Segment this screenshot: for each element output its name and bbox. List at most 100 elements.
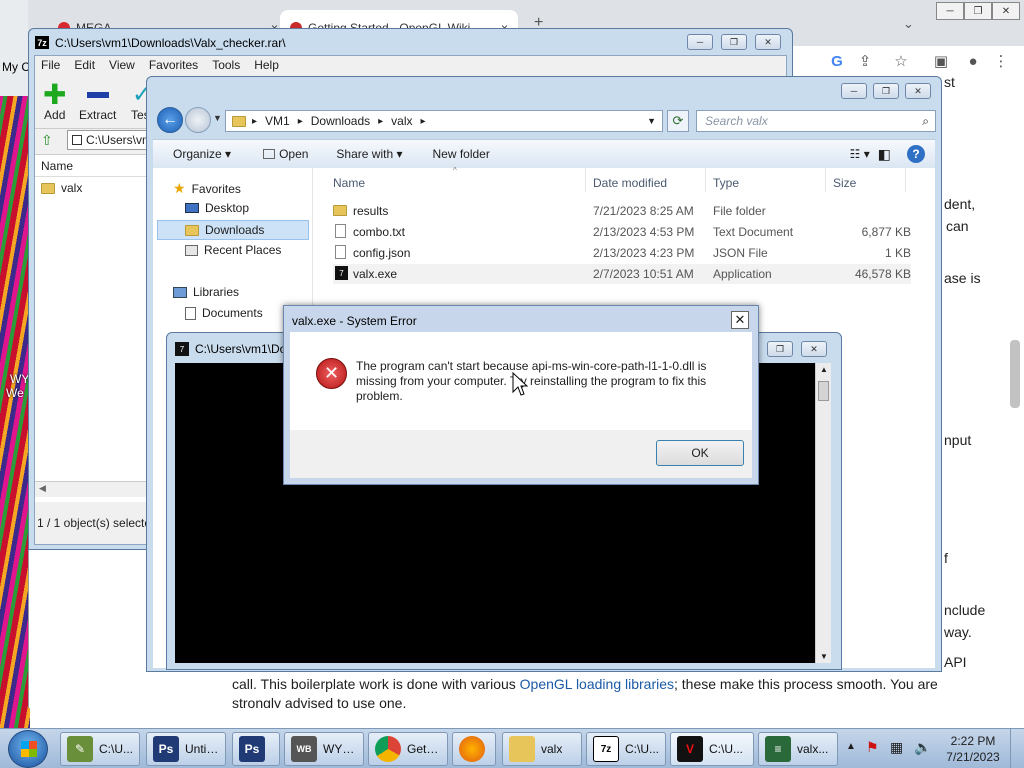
breadcrumb-valx[interactable]: valx	[391, 114, 412, 128]
taskbar-item[interactable]: ≡ valx...	[758, 732, 838, 766]
document-icon	[185, 306, 196, 320]
menu-view[interactable]: View	[109, 58, 135, 72]
menu-edit[interactable]: Edit	[74, 58, 95, 72]
up-folder-icon[interactable]: ⇧	[41, 132, 53, 149]
close-button[interactable]: ✕	[905, 83, 931, 99]
horizontal-scrollbar[interactable]: ◀	[35, 481, 155, 497]
minimize-button[interactable]: ─	[936, 2, 964, 20]
maximize-button[interactable]: ❐	[767, 341, 793, 357]
address-dropdown-icon[interactable]: ▼	[647, 116, 656, 126]
close-button[interactable]: ✕	[801, 341, 827, 357]
preview-pane-icon[interactable]: ◧	[878, 146, 891, 163]
scroll-down-icon[interactable]: ▼	[820, 652, 828, 661]
file-row[interactable]: config.json 2/13/2023 4:23 PM JSON File …	[333, 243, 911, 263]
opengl-loading-link[interactable]: OpenGL loading libraries	[520, 676, 674, 692]
list-item[interactable]: valx	[41, 181, 82, 195]
search-box[interactable]: Search valx ⌕	[696, 110, 936, 132]
action-center-icon[interactable]: ⚑	[866, 739, 879, 756]
system-clock[interactable]: 2:22 PM 7/21/2023	[942, 733, 1004, 765]
forward-button[interactable]	[185, 107, 211, 133]
taskbar-item[interactable]: Ps Untit...	[146, 732, 226, 766]
column-name[interactable]: Name	[35, 155, 155, 177]
taskbar-item[interactable]	[452, 732, 496, 766]
taskbar-item[interactable]: valx	[502, 732, 582, 766]
start-button[interactable]	[8, 730, 48, 768]
column-date[interactable]: Date modified	[593, 176, 667, 190]
notepad-plus-icon: ✎	[67, 736, 93, 762]
breadcrumb-vm1[interactable]: VM1	[265, 114, 290, 128]
show-hidden-icons[interactable]: ▲	[846, 741, 856, 752]
taskbar-item[interactable]: Ps	[232, 732, 280, 766]
taskbar-item[interactable]: WB WYS...	[284, 732, 364, 766]
file-row-selected[interactable]: 7 valx.exe 2/7/2023 10:51 AM Application…	[333, 264, 911, 284]
breadcrumb-downloads[interactable]: Downloads	[311, 114, 370, 128]
folder-icon	[232, 115, 246, 127]
search-icon[interactable]: ⌕	[922, 114, 929, 129]
browser-scrollbar[interactable]	[1010, 340, 1020, 408]
nav-documents[interactable]: Documents	[185, 306, 263, 320]
menu-favorites[interactable]: Favorites	[149, 58, 198, 72]
extract-button[interactable]: Extract	[79, 82, 116, 122]
nav-downloads[interactable]: Downloads	[157, 220, 309, 240]
file-row[interactable]: combo.txt 2/13/2023 4:53 PM Text Documen…	[333, 222, 911, 242]
taskbar-item[interactable]: V C:\U...	[670, 732, 754, 766]
column-type[interactable]: Type	[713, 176, 739, 190]
scroll-up-icon[interactable]: ▲	[820, 365, 828, 374]
organize-button[interactable]: Organize ▾	[173, 147, 231, 161]
show-desktop-button[interactable]	[1010, 729, 1024, 768]
taskbar-item[interactable]: 7z C:\U...	[586, 732, 666, 766]
nav-favorites[interactable]: ★ Favorites	[173, 180, 241, 197]
close-button[interactable]: ✕	[731, 311, 749, 329]
nav-libraries[interactable]: Libraries	[173, 285, 239, 299]
recent-pages-icon[interactable]: ▼	[213, 113, 222, 123]
folder-icon	[41, 182, 55, 194]
mouse-cursor-icon	[512, 372, 528, 396]
close-button[interactable]: ✕	[992, 2, 1020, 20]
desktop-icon	[185, 203, 199, 213]
column-name[interactable]: Name	[333, 176, 365, 190]
view-options-icon[interactable]: ☷ ▾	[850, 147, 870, 161]
maximize-button[interactable]: ❐	[873, 83, 899, 99]
new-folder-button[interactable]: New folder	[432, 147, 489, 161]
valx-exe-icon: 7	[335, 266, 348, 280]
add-button[interactable]: ✚ Add	[43, 81, 66, 123]
menu-file[interactable]: File	[41, 58, 60, 72]
help-icon[interactable]: ?	[907, 145, 925, 163]
google-icon[interactable]: G	[826, 50, 848, 72]
menu-help[interactable]: Help	[254, 58, 279, 72]
back-button[interactable]: ←	[157, 107, 183, 133]
page-text: ase is	[944, 270, 981, 286]
maximize-button[interactable]: ❐	[721, 34, 747, 50]
close-button[interactable]: ✕	[755, 34, 781, 50]
ok-button[interactable]: OK	[656, 440, 744, 466]
nav-desktop[interactable]: Desktop	[185, 201, 249, 215]
profile-icon[interactable]: ●	[962, 50, 984, 72]
minimize-button[interactable]: ─	[841, 83, 867, 99]
network-icon[interactable]: ▦	[890, 739, 903, 756]
console-scrollbar[interactable]: ▲ ▼	[815, 363, 831, 663]
star-icon[interactable]: ☆	[890, 50, 912, 72]
photoshop-icon: Ps	[239, 736, 265, 762]
menu-icon[interactable]: ⋮	[990, 50, 1012, 72]
taskbar-item[interactable]: ✎ C:\U...	[60, 732, 140, 766]
nav-recent-places[interactable]: Recent Places	[185, 243, 281, 257]
menu-tools[interactable]: Tools	[212, 58, 240, 72]
taskbar-item[interactable]: Getti...	[368, 732, 448, 766]
desktop-label: My C	[2, 60, 30, 74]
volume-icon[interactable]: 🔈	[914, 739, 931, 756]
path-field[interactable]: C:\Users\vm	[67, 130, 155, 150]
chevron-down-icon[interactable]: ⌄	[903, 16, 914, 32]
refresh-button[interactable]: ⟳	[667, 110, 689, 132]
window-title: C:\Users\vm1\Do	[195, 342, 287, 356]
maximize-button[interactable]: ❐	[964, 2, 992, 20]
sidepanel-icon[interactable]: ▣	[930, 50, 952, 72]
file-row[interactable]: results 7/21/2023 8:25 AM File folder	[333, 201, 911, 221]
command-bar: Organize ▾ Open Share with ▾ New folder …	[153, 139, 935, 168]
scroll-left-icon[interactable]: ◀	[39, 483, 46, 494]
minimize-button[interactable]: ─	[687, 34, 713, 50]
open-button[interactable]: Open	[263, 147, 308, 161]
column-size[interactable]: Size	[833, 176, 856, 190]
share-with-button[interactable]: Share with ▾	[336, 147, 402, 161]
share-icon[interactable]: ⇪	[854, 50, 876, 72]
address-bar[interactable]: ▸ VM1 ▸ Downloads ▸ valx ▸ ▼	[225, 110, 663, 132]
